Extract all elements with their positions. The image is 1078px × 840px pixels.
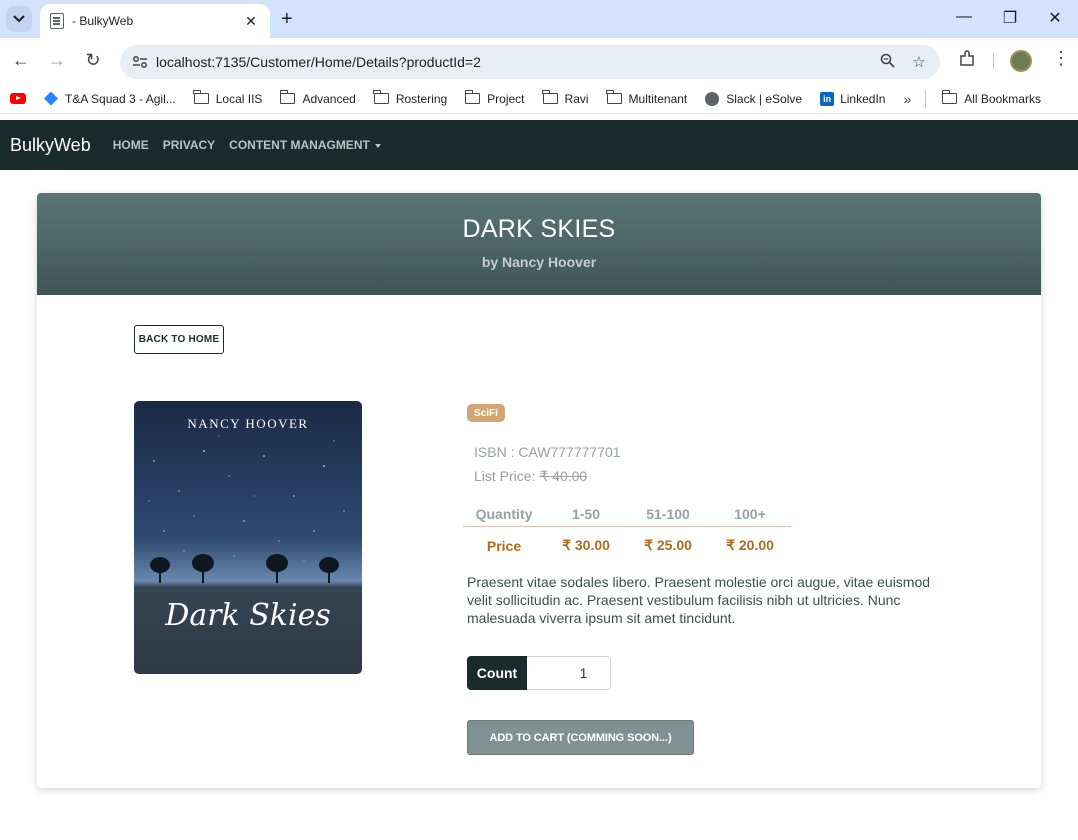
bookmark-label: Advanced (302, 91, 356, 106)
bookmark-label: T&A Squad 3 - Agil... (65, 91, 176, 106)
toolbar-divider (993, 53, 994, 69)
more-bookmarks-icon[interactable]: » (903, 91, 911, 107)
page-favicon-icon (50, 13, 64, 29)
category-badge: SciFi (467, 404, 505, 422)
caret-down-icon (374, 143, 381, 148)
price-cell: Price (486, 537, 522, 554)
bookmark-label: All Bookmarks (964, 91, 1041, 106)
browser-tab-active[interactable]: - BulkyWeb ✕ (40, 4, 270, 38)
site-navbar: BulkyWeb HOME PRIVACY CONTENT MANAGMENT (0, 120, 1078, 170)
price-header-cell: Quantity (475, 506, 533, 522)
bookmark-label: Multitenant (628, 91, 688, 106)
list-price-value: ₹ 40.00 (539, 468, 588, 484)
list-price: List Price: ₹ 40.00 (474, 468, 587, 485)
back-to-home-button[interactable]: BACK TO HOME (134, 325, 224, 354)
price-cell: ₹ 20.00 (726, 537, 774, 553)
dropdown-label: CONTENT MANAGMENT (229, 138, 370, 152)
count-label: Count (467, 656, 527, 690)
restore-button[interactable]: ❐ (1000, 8, 1020, 28)
bookmark-folder[interactable]: Rostering (373, 90, 448, 106)
profile-avatar[interactable] (1010, 50, 1032, 72)
bookmark-folder[interactable]: Project (464, 90, 525, 106)
chevron-down-icon (13, 15, 25, 23)
jira-icon (44, 91, 58, 106)
product-card: DARK SKIES by Nancy Hoover BACK TO HOME (37, 193, 1041, 788)
globe-icon (705, 91, 720, 106)
bookmarks-divider (925, 89, 927, 108)
minimize-button[interactable]: — (954, 8, 974, 26)
product-title: DARK SKIES (462, 215, 616, 243)
bookmark-label: Project (487, 91, 525, 106)
bookmark-label: LinkedIn (840, 91, 886, 106)
new-tab-button[interactable]: + (281, 8, 293, 31)
tab-close-icon[interactable]: ✕ (242, 13, 260, 30)
folder-icon (542, 90, 558, 104)
price-table-row: Price ₹ 30.00 ₹ 25.00 ₹ 20.00 (463, 527, 791, 558)
bookmark-item[interactable]: T&A Squad 3 - Agil... (44, 91, 176, 106)
zoom-icon[interactable] (876, 53, 898, 72)
folder-icon (373, 90, 389, 104)
count-input[interactable] (527, 656, 611, 690)
product-author: by Nancy Hoover (481, 254, 597, 270)
all-bookmarks-folder[interactable]: All Bookmarks (941, 90, 1041, 106)
book-cover-image: NANCY HOOVER Dark Skies (134, 401, 362, 674)
price-header-cell: 100+ (734, 506, 766, 522)
nav-home-link[interactable]: HOME (113, 138, 149, 152)
bookmark-star-icon[interactable]: ☆ (908, 53, 930, 71)
count-input-group: Count (467, 656, 611, 690)
bookmark-item[interactable]: in LinkedIn (820, 91, 886, 106)
browser-tab-strip: - BulkyWeb ✕ + — ❐ ✕ (0, 0, 1078, 38)
browser-toolbar: ← → ↻ localhost:7135/Customer/Home/Detai… (0, 38, 1078, 84)
forward-arrow-icon[interactable]: → (46, 50, 68, 71)
list-price-label: List Price: (474, 468, 540, 484)
close-window-button[interactable]: ✕ (1045, 8, 1065, 28)
folder-icon (464, 90, 481, 104)
isbn-text: ISBN : CAW777777701 (474, 444, 621, 460)
youtube-icon[interactable] (10, 93, 26, 104)
site-info-icon[interactable] (130, 52, 150, 72)
nav-content-management-dropdown[interactable]: CONTENT MANAGMENT (229, 138, 381, 152)
bookmark-label: Rostering (395, 91, 448, 106)
bookmark-label: Local IIS (215, 91, 263, 106)
tab-search-button[interactable] (6, 6, 32, 32)
bookmark-folder[interactable]: Ravi (542, 90, 589, 106)
bookmark-item[interactable]: Slack | eSolve (705, 91, 803, 106)
bookmark-folder[interactable]: Multitenant (606, 90, 688, 106)
reload-icon[interactable]: ↻ (82, 50, 104, 71)
folder-icon (279, 90, 296, 104)
tab-title: - BulkyWeb (72, 14, 134, 28)
cover-author-text: NANCY HOOVER (187, 416, 308, 431)
card-header: DARK SKIES by Nancy Hoover (37, 193, 1041, 295)
folder-icon (941, 90, 958, 104)
cover-title-text: Dark Skies (164, 598, 330, 633)
brand-link[interactable]: BulkyWeb (10, 135, 91, 156)
more-menu-icon[interactable]: ⋮ (1052, 48, 1070, 69)
add-to-cart-button[interactable]: ADD TO CART (COMMING SOON...) (467, 720, 694, 755)
bookmark-folder[interactable]: Advanced (279, 90, 356, 106)
extensions-icon[interactable] (958, 50, 976, 73)
address-bar[interactable]: localhost:7135/Customer/Home/Details?pro… (120, 45, 940, 79)
bookmark-label: Slack | eSolve (726, 91, 803, 106)
folder-icon (193, 90, 209, 104)
bookmarks-bar: T&A Squad 3 - Agil... Local IIS Advanced… (0, 84, 1078, 114)
back-arrow-icon[interactable]: ← (10, 50, 32, 71)
nav-privacy-link[interactable]: PRIVACY (163, 138, 215, 152)
price-table-header: Quantity 1-50 51-100 100+ (463, 502, 791, 527)
bookmark-label: Ravi (564, 91, 589, 106)
price-table: Quantity 1-50 51-100 100+ Price ₹ 30.00 … (463, 502, 791, 558)
linkedin-icon: in (820, 91, 835, 106)
price-cell: ₹ 30.00 (562, 537, 610, 553)
price-cell: ₹ 25.00 (644, 537, 692, 553)
folder-icon (606, 90, 622, 104)
url-text: localhost:7135/Customer/Home/Details?pro… (156, 54, 481, 70)
price-header-cell: 51-100 (646, 506, 690, 522)
bookmark-folder[interactable]: Local IIS (193, 90, 263, 106)
price-header-cell: 1-50 (571, 506, 601, 522)
product-description: Praesent vitae sodales libero. Praesent … (467, 574, 931, 626)
